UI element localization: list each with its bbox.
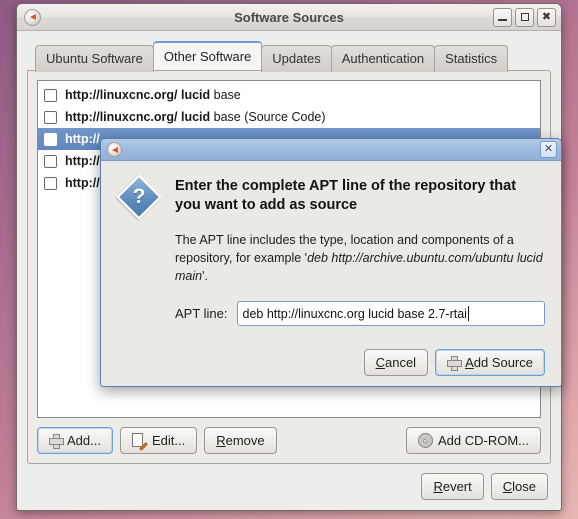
source-checkbox[interactable] [44, 110, 57, 124]
remove-button-label: Remove [216, 433, 265, 448]
edit-button-label: Edit... [151, 433, 186, 448]
close-dialog-button[interactable]: Close [490, 473, 548, 500]
dialog-description: The APT line includes the type, location… [175, 232, 545, 285]
tab-authentication[interactable]: Authentication [330, 45, 436, 72]
revert-button[interactable]: Revert [421, 473, 484, 500]
source-url: http:// [65, 154, 100, 168]
source-checkbox[interactable] [44, 154, 57, 168]
plus-icon [447, 356, 463, 371]
source-label: http://linuxcnc.org/ lucid base [65, 88, 241, 102]
add-cdrom-button[interactable]: Add CD-ROM... [405, 427, 541, 454]
dialog-body: ? Enter the complete APT line of the rep… [101, 161, 561, 386]
source-url: http://linuxcnc.org/ [65, 88, 178, 102]
window-action-bar: Revert Close [27, 464, 551, 502]
tab-statistics[interactable]: Statistics [434, 45, 509, 72]
ubuntu-software-icon [24, 8, 41, 26]
plus-icon [49, 434, 64, 449]
cancel-button-label: Cancel [375, 355, 417, 370]
source-components: base (Source Code) [213, 110, 326, 124]
remove-button[interactable]: Remove [204, 427, 277, 454]
source-url: http://linuxcnc.org/ [65, 110, 178, 124]
tab-ubuntu-software[interactable]: Ubuntu Software [35, 45, 154, 72]
source-label: http:// [65, 132, 100, 146]
window-controls: ✖ [493, 7, 556, 27]
sources-toolbar: Add... Edit... Remove Add CD-ROM... [37, 427, 541, 454]
dialog-close-icon[interactable]: ✕ [540, 141, 557, 158]
dialog-header: ? Enter the complete APT line of the rep… [116, 174, 545, 220]
add-source-button-label: Add Source [465, 355, 533, 370]
table-row[interactable]: http://linuxcnc.org/ lucid base (Source … [38, 106, 540, 128]
dialog-action-bar: Cancel Add Source [117, 339, 545, 376]
cancel-button[interactable]: Cancel [363, 349, 429, 376]
ubuntu-software-icon [107, 142, 122, 157]
minimize-button[interactable] [493, 7, 512, 27]
description-suffix: '. [202, 268, 208, 283]
source-checkbox[interactable] [44, 132, 57, 146]
edit-button[interactable]: Edit... [119, 427, 198, 454]
add-button[interactable]: Add... [37, 427, 113, 454]
table-row[interactable]: http://linuxcnc.org/ lucid base [38, 84, 540, 106]
source-dist: lucid [180, 88, 211, 102]
tab-other-software[interactable]: Other Software [152, 41, 263, 70]
window-titlebar[interactable]: Software Sources ✖ [17, 4, 561, 31]
source-label: http:// [65, 154, 100, 168]
dialog-titlebar[interactable]: ✕ [101, 139, 561, 161]
source-components: base [213, 88, 241, 102]
add-button-label: Add... [67, 433, 101, 448]
source-label: http:// [65, 176, 100, 190]
add-cdrom-button-label: Add CD-ROM... [437, 433, 529, 448]
maximize-button[interactable] [515, 7, 534, 27]
dialog-heading: Enter the complete APT line of the repos… [175, 178, 517, 214]
apt-line-value: deb http://linuxcnc.org lucid base 2.7-r… [242, 306, 467, 321]
question-diamond-icon: ? [116, 174, 162, 220]
close-button-label: Close [502, 479, 536, 494]
source-url: http:// [65, 132, 100, 146]
apt-line-row: APT line: deb http://linuxcnc.org lucid … [175, 301, 545, 327]
pencil-document-icon [131, 433, 148, 451]
apt-line-input[interactable]: deb http://linuxcnc.org lucid base 2.7-r… [236, 301, 545, 327]
tab-strip: Ubuntu Software Other Software Updates A… [27, 41, 551, 72]
text-cursor [467, 306, 469, 322]
cdrom-icon [417, 433, 433, 448]
source-checkbox[interactable] [44, 176, 57, 190]
revert-button-label: Revert [433, 479, 472, 494]
tab-updates[interactable]: Updates [261, 45, 332, 72]
source-url: http:// [65, 176, 100, 190]
add-source-button[interactable]: Add Source [435, 349, 545, 376]
source-dist: lucid [180, 110, 211, 124]
source-checkbox[interactable] [44, 88, 57, 102]
question-mark-glyph: ? [132, 185, 146, 208]
apt-line-label: APT line: [175, 306, 228, 322]
window-title: Software Sources [234, 9, 344, 25]
add-apt-line-dialog: ✕ ? Enter the complete APT line of the r… [100, 138, 562, 387]
source-label: http://linuxcnc.org/ lucid base (Source … [65, 110, 326, 124]
close-button[interactable]: ✖ [537, 7, 556, 27]
